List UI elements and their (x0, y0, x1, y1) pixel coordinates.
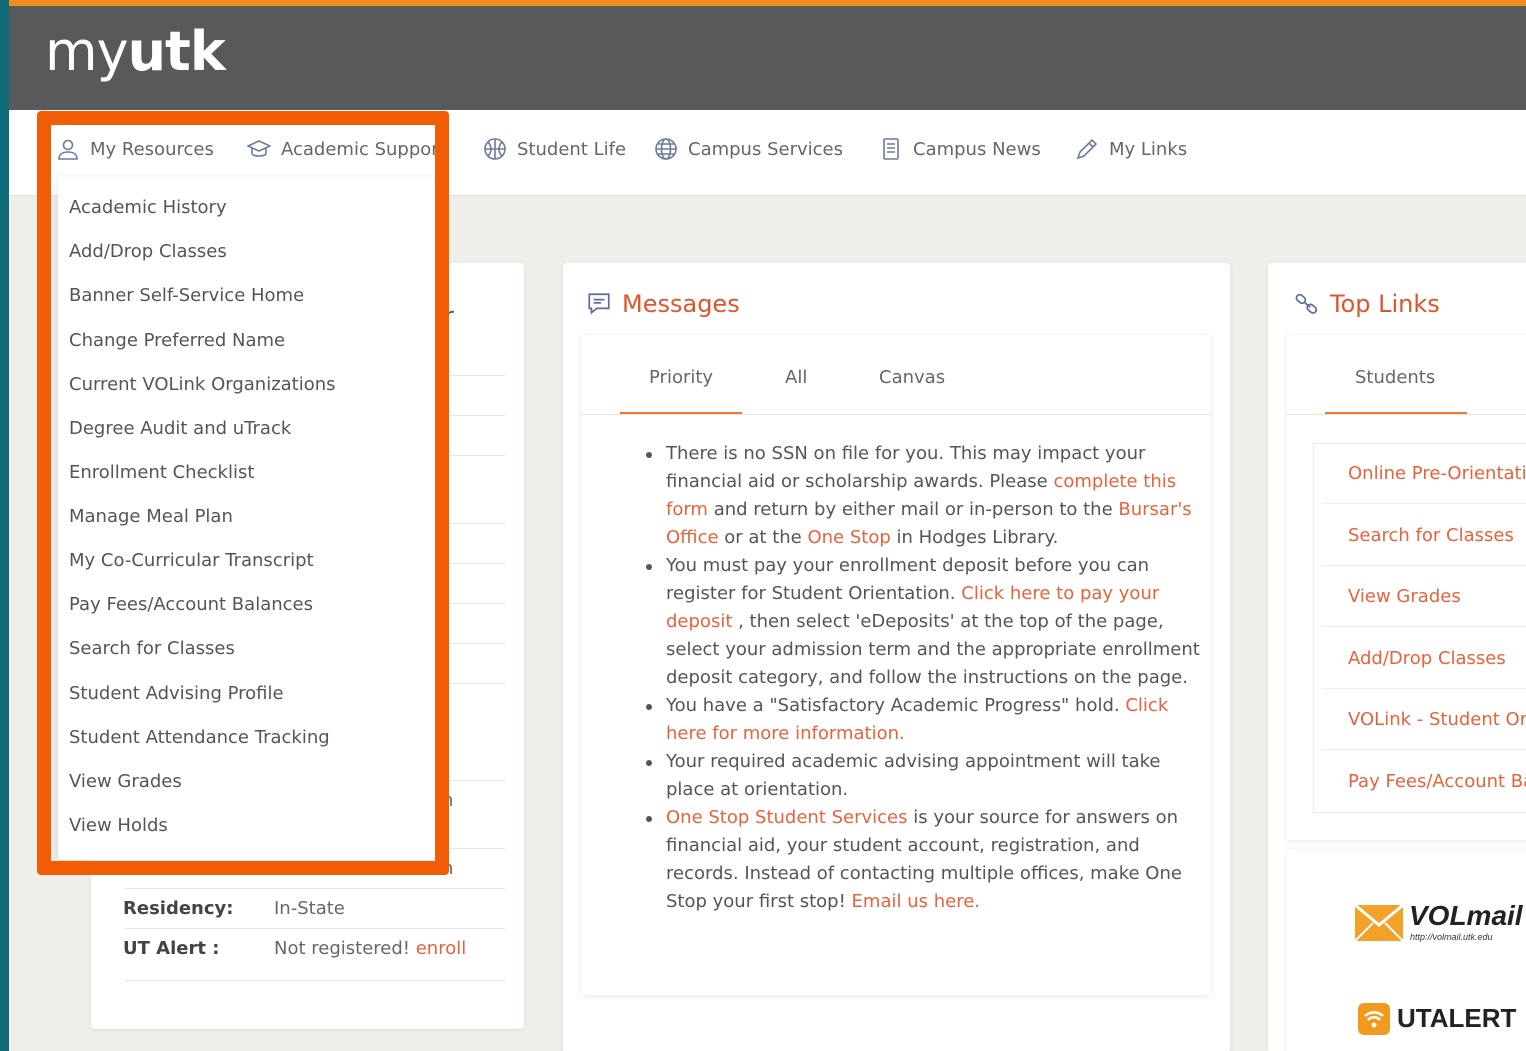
message-text: in Hodges Library. (890, 527, 1059, 548)
nav-my-links[interactable]: My Links (1075, 134, 1187, 164)
nav-campus-news[interactable]: Campus News (879, 134, 1041, 164)
message-text: or at the (718, 527, 808, 548)
alert-wifi-icon (1358, 1003, 1390, 1035)
message-item: One Stop Student Services is your source… (644, 804, 1204, 916)
top-link-item[interactable]: Search for Classes (1322, 505, 1526, 566)
message-item: Your required academic advising appointm… (644, 748, 1204, 804)
message-item: You must pay your enrollment deposit bef… (644, 552, 1204, 692)
myutk-logo[interactable]: myutk (45, 20, 226, 84)
divider (125, 888, 505, 889)
message-item: You have a "Satisfactory Academic Progre… (644, 692, 1204, 748)
pencil-icon (1076, 138, 1098, 160)
ut-alert-status: Not registered! (274, 938, 410, 959)
enroll-link[interactable]: enroll (416, 938, 467, 959)
message-text: Your required academic advising appointm… (666, 751, 1161, 800)
nav-label: Campus News (913, 138, 1041, 160)
nav-label: Student Life (517, 138, 627, 160)
top-link-item[interactable]: View Grades (1322, 566, 1526, 627)
tabs-divider (1287, 414, 1526, 415)
tab-priority[interactable]: Priority (649, 367, 713, 388)
tabs-divider (581, 414, 1211, 415)
nav-label: Campus Services (688, 138, 843, 160)
volmail-logo[interactable]: VOLmail http://volmail.utk.edu (1354, 900, 1524, 950)
residency-label: Residency: (123, 898, 234, 919)
message-text: You have a "Satisfactory Academic Progre… (666, 695, 1126, 716)
link-icon (1295, 293, 1318, 314)
tab-canvas[interactable]: Canvas (879, 367, 945, 388)
nav-campus-services[interactable]: Campus Services (654, 134, 843, 164)
chat-bubble-icon (588, 293, 610, 315)
highlight-box (37, 111, 449, 875)
ut-alert-value: Not registered! enroll (274, 938, 466, 959)
tab-students[interactable]: Students (1355, 367, 1435, 388)
message-item: There is no SSN on file for you. This ma… (644, 440, 1204, 552)
message-link[interactable]: One Stop Student Services (666, 807, 908, 828)
utalert-logo[interactable]: UTALERT (1357, 1000, 1526, 1040)
top-link-item[interactable]: Add/Drop Classes (1322, 628, 1526, 689)
basketball-icon (484, 138, 506, 160)
header-bar: myutk (9, 6, 1526, 110)
tab-all[interactable]: All (785, 367, 807, 388)
globe-icon (655, 138, 677, 160)
document-icon (883, 138, 899, 160)
message-link[interactable]: One Stop (807, 527, 890, 548)
residency-value: In-State (274, 898, 345, 919)
divider (125, 980, 505, 981)
top-links-title: Top Links (1294, 290, 1440, 318)
message-link[interactable]: Email us here. (852, 891, 980, 912)
message-text: and return by either mail or in-person t… (707, 499, 1119, 520)
message-text: , then select 'eDeposits' at the top of … (666, 611, 1200, 688)
nav-student-life[interactable]: Student Life (483, 134, 626, 164)
top-link-item[interactable]: Online Pre-Orientation (1322, 443, 1526, 504)
envelope-icon (1354, 904, 1404, 942)
messages-list: There is no SSN on file for you. This ma… (644, 440, 1204, 916)
nav-label: My Links (1109, 138, 1188, 160)
top-link-item[interactable]: VOLink - Student Organizations (1322, 689, 1526, 750)
active-tab-indicator (620, 412, 742, 414)
top-link-item[interactable]: Pay Fees/Account Balances (1322, 751, 1526, 812)
messages-title: Messages (586, 290, 740, 318)
divider (125, 928, 505, 929)
page: myutk My Resources Academic Support Stud… (9, 0, 1526, 1051)
ut-alert-label: UT Alert : (123, 938, 220, 959)
